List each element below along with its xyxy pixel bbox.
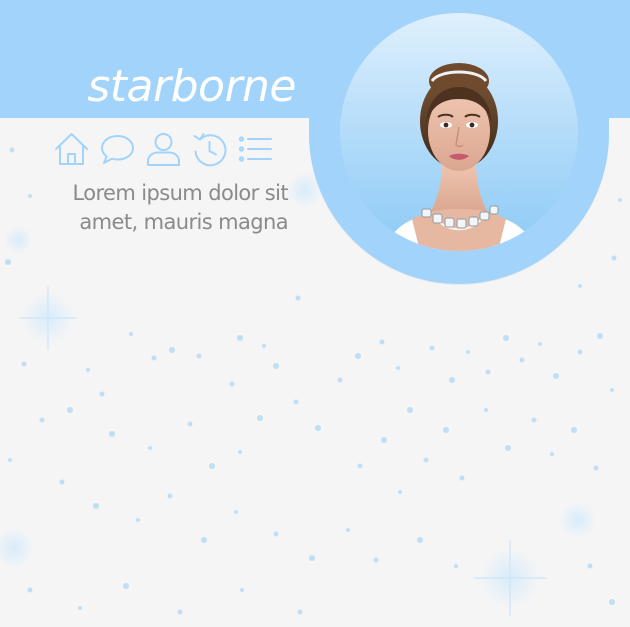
blog-description: Lorem ipsum dolor sit amet, mauris magna	[72, 181, 288, 234]
home-icon	[55, 133, 88, 165]
nav-ask-link[interactable]	[100, 131, 135, 167]
nav-about-link[interactable]	[146, 131, 181, 167]
history-clock-icon	[193, 133, 227, 167]
nav-tags-link[interactable]	[238, 131, 273, 167]
blog-title[interactable]: starborne	[30, 57, 296, 117]
avatar[interactable]	[340, 13, 578, 251]
portrait-photo	[384, 63, 536, 251]
list-icon	[238, 136, 272, 162]
person-icon	[147, 133, 180, 166]
speech-bubble-icon	[101, 135, 134, 164]
nav-archive-link[interactable]	[192, 131, 227, 167]
nav-home-link[interactable]	[54, 131, 89, 167]
nav-icon-bar	[54, 131, 273, 167]
